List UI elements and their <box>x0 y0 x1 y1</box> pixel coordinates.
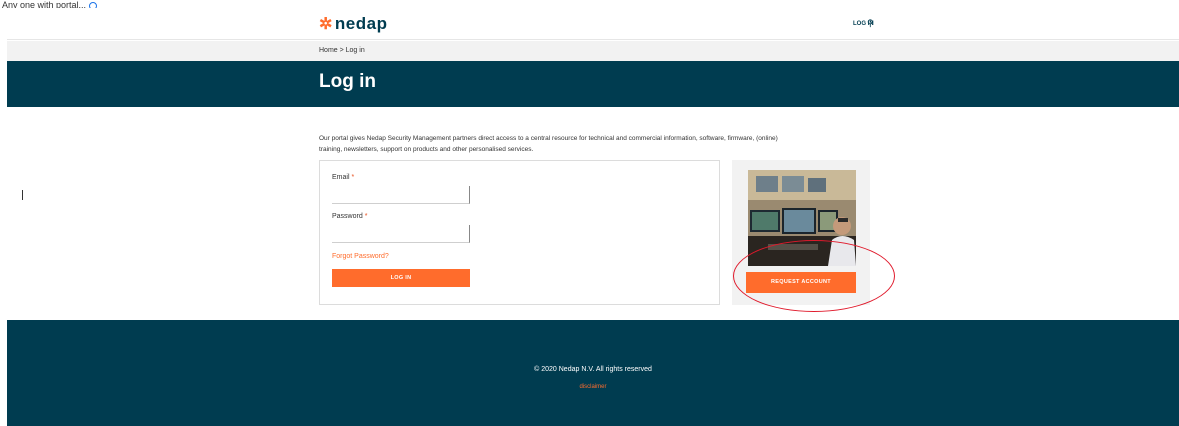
page-title: Log in <box>319 71 376 92</box>
email-field[interactable] <box>332 186 470 204</box>
intro-text: Our portal gives Nedap Security Manageme… <box>319 133 879 155</box>
breadcrumb-bar: Home > Log in <box>7 41 1179 61</box>
page: Any one with portal... ✲ nedap LOG IN ⚲ H… <box>0 0 1179 426</box>
hero-banner: Log in <box>7 61 1179 107</box>
text-caret <box>22 190 23 200</box>
logo-text: nedap <box>334 14 388 33</box>
login-button[interactable]: LOG IN <box>332 269 470 287</box>
annotation-circle <box>733 240 895 312</box>
breadcrumb: Home > Log in <box>319 47 365 54</box>
intro-line: training, newsletters, support on produc… <box>319 146 534 153</box>
intro-line: Our portal gives Nedap Security Manageme… <box>319 135 778 142</box>
disclaimer-link[interactable]: disclaimer <box>7 384 1179 390</box>
footer: © 2020 Nedap N.V. All rights reserved di… <box>7 320 1179 426</box>
nedap-logo[interactable]: ✲ nedap <box>319 14 387 34</box>
forgot-password-link[interactable]: Forgot Password? <box>332 253 389 260</box>
required-marker: * <box>351 174 355 181</box>
star-icon: ✲ <box>319 16 333 33</box>
email-label: Email * <box>332 174 355 181</box>
required-marker: * <box>364 213 368 220</box>
password-field[interactable] <box>332 225 470 243</box>
search-icon[interactable]: ⚲ <box>867 18 877 28</box>
top-navigation: ✲ nedap LOG IN ⚲ <box>7 8 1179 40</box>
password-label: Password * <box>332 213 368 220</box>
copyright-text: © 2020 Nedap N.V. All rights reserved <box>534 366 652 373</box>
login-form: Email * Password * Forgot Password? LOG … <box>319 160 720 305</box>
